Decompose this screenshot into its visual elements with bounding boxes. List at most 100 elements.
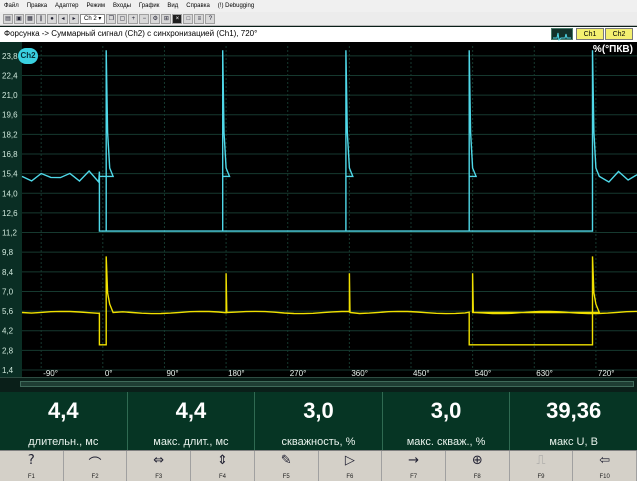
channels-icon[interactable]: ≡ [194, 13, 205, 24]
copy-icon[interactable]: ❐ [106, 13, 117, 24]
y-tick-label: 8,4 [2, 268, 14, 277]
menu-item-5[interactable]: График [135, 3, 164, 9]
fkey-f9[interactable]: ⎍ F9 [510, 451, 574, 481]
readout-label: макс U, В [549, 436, 598, 448]
menu-item-2[interactable]: Адаптер [51, 3, 82, 9]
ch2-button[interactable]: Ch2 [605, 28, 633, 40]
x-tick-label: -90° [43, 369, 58, 377]
readout-2[interactable]: 3,0 скважность, % [255, 392, 383, 450]
plot-background [0, 42, 637, 377]
open-icon[interactable]: ▤ [3, 13, 13, 24]
y-unit-label: %(°ПКВ) [592, 44, 633, 55]
x-zoom-icon: ⇔ [153, 453, 165, 468]
readout-label: макс. длит., мс [153, 436, 229, 448]
y-tick-label: 1,4 [2, 366, 14, 375]
next-icon[interactable]: ▸ [69, 13, 79, 24]
fkey-name: F2 [91, 474, 99, 480]
fkey-name: F3 [155, 474, 163, 480]
readout-value: 3,0 [430, 398, 462, 423]
window-titlebar: Форсунка -> Суммарный сигнал (Ch2) с син… [0, 27, 637, 43]
x-tick-label: 180° [228, 369, 245, 377]
trace-icon: ⌒ [88, 457, 102, 472]
readout-value: 3,0 [303, 398, 334, 423]
menu-item-7[interactable]: Справка [182, 3, 214, 9]
x-tick-label: 540° [475, 369, 492, 377]
x-tick-label: 90° [166, 369, 178, 377]
fkey-f2[interactable]: ⌒ F2 [64, 451, 128, 481]
zoom-in-icon[interactable]: + [128, 13, 139, 24]
play-icon: ▷ [344, 453, 355, 468]
fkey-f4[interactable]: ⇕ F4 [191, 451, 255, 481]
y-tick-label: 12,6 [2, 209, 18, 218]
full-screen-icon[interactable]: □ [183, 13, 194, 24]
scope-icon[interactable]: × [172, 13, 183, 24]
fkey-name: F10 [599, 474, 610, 480]
menu-item-0[interactable]: Файл [0, 3, 23, 9]
fkey-name: F1 [27, 474, 35, 480]
brush-icon: ✎ [280, 453, 292, 468]
save-icon[interactable]: ▣ [14, 13, 24, 24]
fkey-name: F6 [346, 474, 354, 480]
fkey-f5[interactable]: ✎ F5 [255, 451, 319, 481]
help-toolbar-icon[interactable]: ? [205, 13, 216, 24]
x-tick-label: 720° [598, 369, 615, 377]
y-tick-label: 22,4 [2, 71, 18, 80]
arrow-right-icon: → [408, 453, 420, 468]
prev-icon[interactable]: ◂ [58, 13, 68, 24]
fkey-name: F5 [282, 474, 290, 480]
y-tick-label: 15,4 [2, 170, 18, 179]
fkey-f3[interactable]: ⇔ F3 [127, 451, 192, 481]
readout-1[interactable]: 4,4 макс. длит., мс [127, 392, 256, 450]
window-title: Форсунка -> Суммарный сигнал (Ch2) с син… [4, 29, 258, 38]
settings-icon[interactable]: ⚙ [150, 13, 161, 24]
readout-4[interactable]: 39,36 макс U, В [510, 392, 637, 450]
menu-item-1[interactable]: Правка [23, 3, 51, 9]
horizontal-scrollbar[interactable] [0, 377, 637, 392]
readout-value: 4,4 [48, 398, 79, 423]
zoom-out-icon[interactable]: − [139, 13, 150, 24]
fkey-f6[interactable]: ▷ F6 [319, 451, 383, 481]
y-tick-label: 21,0 [2, 91, 18, 100]
y-tick-label: 7,0 [2, 287, 14, 296]
y-tick-label: 18,2 [2, 130, 18, 139]
y-tick-label: 23,8 [2, 52, 18, 61]
menu-item-3[interactable]: Режим [83, 3, 110, 9]
record-icon[interactable]: ● [47, 13, 57, 24]
menu-item-6[interactable]: Вид [163, 3, 182, 9]
active-channel-badge[interactable]: Ch2 [18, 48, 38, 64]
pause-icon[interactable]: ∥ [36, 13, 46, 24]
channel-select-value: Ch 2 [84, 15, 97, 22]
paste-icon[interactable]: ▢ [117, 13, 128, 24]
print-icon[interactable]: ▦ [25, 13, 35, 24]
ch1-button-label: Ch1 [583, 31, 597, 38]
fkey-f7[interactable]: → F7 [382, 451, 446, 481]
menu-bar: Файл Правка Адаптер Режим Входы График Вид Спра… [0, 0, 637, 12]
fkey-f10[interactable]: ⇦ F10 [573, 451, 637, 481]
fkey-f8[interactable]: ⊕ F8 [446, 451, 510, 481]
help-icon: ? [27, 453, 35, 468]
fkey-f1[interactable]: ? F1 [0, 451, 64, 481]
ch1-button[interactable]: Ch1 [576, 28, 604, 40]
y-tick-label: 2,8 [2, 346, 14, 355]
readout-label: макс. скваж., % [406, 436, 486, 448]
scrollbar-thumb[interactable] [20, 381, 634, 387]
grid-icon[interactable]: ⊞ [161, 13, 172, 24]
y-tick-label: 19,6 [2, 111, 18, 120]
menu-item-8[interactable]: (!) Debugging [214, 3, 258, 9]
oscilloscope-plot[interactable]: 23,8 22,4 21,0 19,6 18,2 16,8 15,4 14,0 12,6 11,2… [0, 42, 637, 377]
y-tick-label: 9,8 [2, 248, 14, 257]
channel-select[interactable]: Ch 2 ▾ [80, 13, 106, 24]
fkey-name: F9 [537, 474, 545, 480]
fkey-name: F7 [410, 474, 418, 480]
readout-0[interactable]: 4,4 длительн., мс [0, 392, 128, 450]
crosshair-icon: ⊕ [471, 453, 483, 468]
mini-scope-icon[interactable] [551, 28, 573, 42]
x-tick-label: 270° [290, 369, 307, 377]
x-tick-label: 0° [105, 369, 113, 377]
measurement-panel: 4,4 длительн., мс 4,4 макс. длит., мс 3,0 скв… [0, 392, 637, 450]
x-tick-label: 630° [536, 369, 553, 377]
y-tick-label: 14,0 [2, 189, 18, 198]
readout-3[interactable]: 3,0 макс. скваж., % [382, 392, 511, 450]
fkey-name: F8 [473, 474, 481, 480]
menu-item-4[interactable]: Входы [109, 3, 135, 9]
